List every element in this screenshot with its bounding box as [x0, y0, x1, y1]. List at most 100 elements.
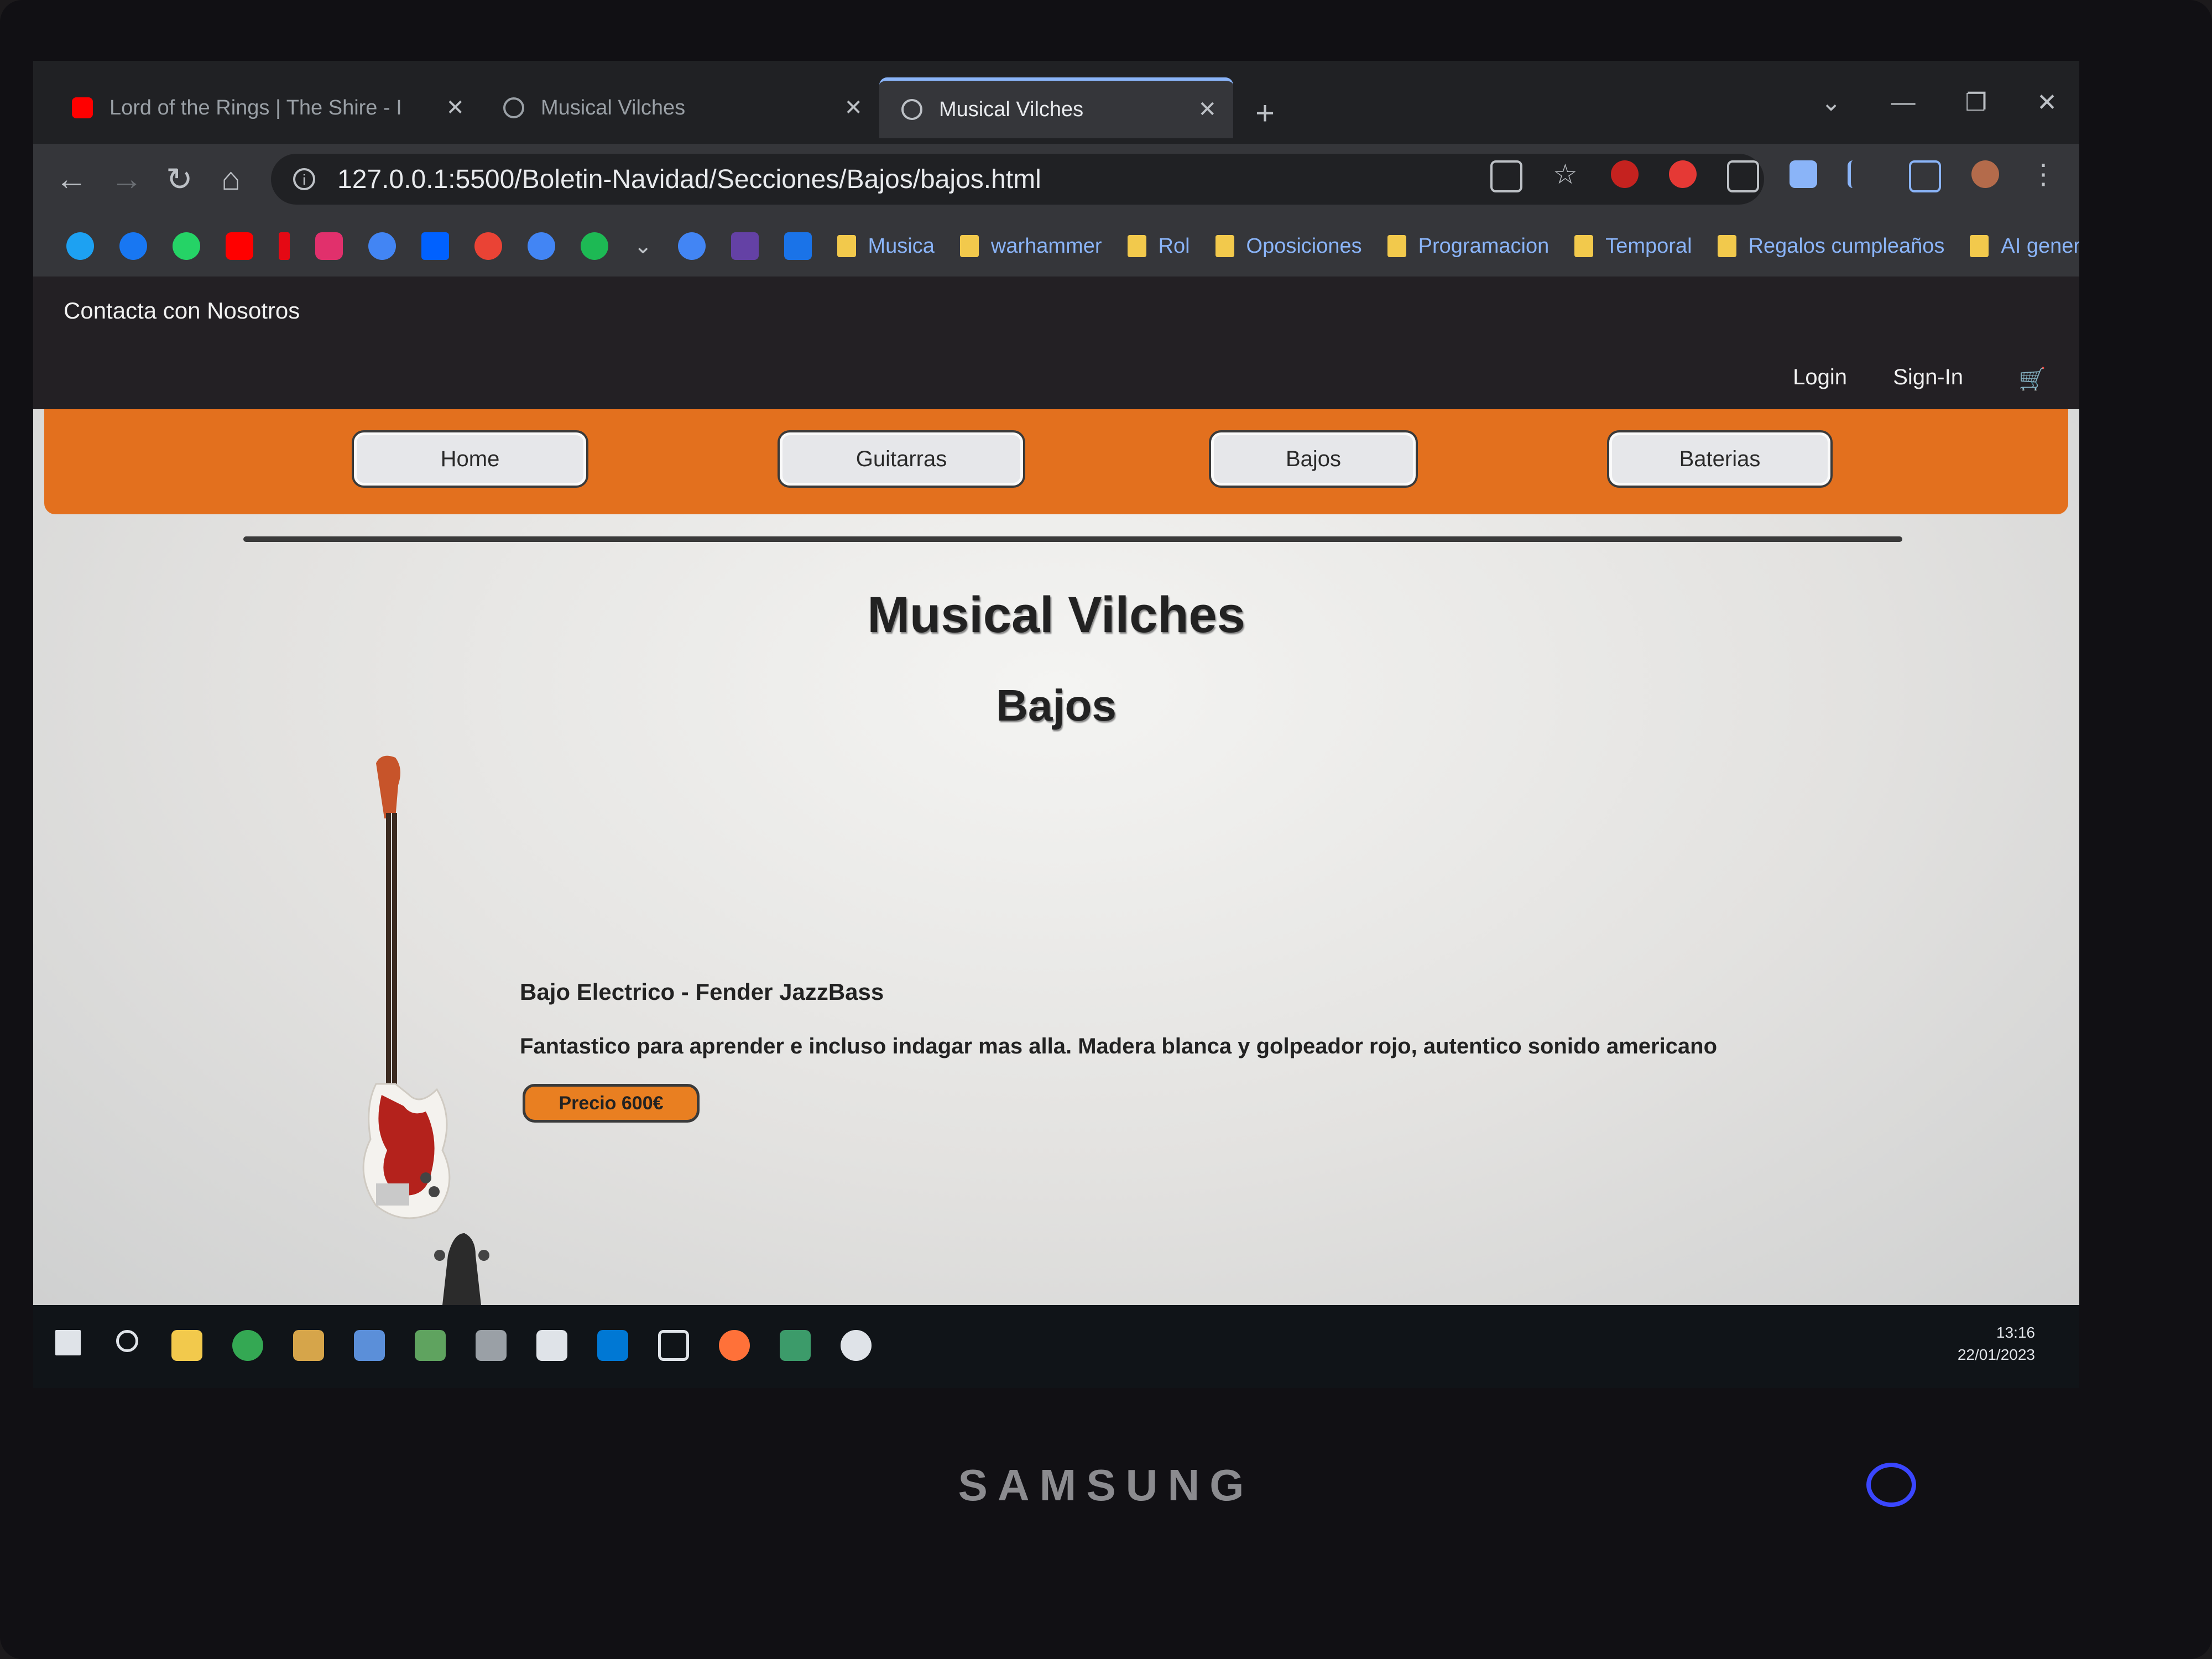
- folder-icon: [1127, 235, 1146, 257]
- forward-arrow-icon[interactable]: →: [111, 160, 143, 197]
- 3d-box-icon[interactable]: [658, 1330, 689, 1361]
- facebook-icon[interactable]: [119, 232, 147, 260]
- app-icon[interactable]: [476, 1330, 507, 1361]
- document-icon[interactable]: [536, 1330, 567, 1361]
- windows-start-icon[interactable]: [55, 1330, 81, 1355]
- share-icon[interactable]: [1490, 160, 1522, 192]
- chrome-icon[interactable]: [232, 1330, 263, 1361]
- nav-home-button[interactable]: Home: [354, 432, 586, 486]
- bookmark-folder-temporal[interactable]: Temporal: [1574, 234, 1692, 258]
- netflix-icon[interactable]: [279, 232, 290, 260]
- firefox-icon[interactable]: [719, 1330, 750, 1361]
- bass-guitar-image: [362, 755, 451, 1219]
- app-icon[interactable]: [293, 1330, 324, 1361]
- app-icon[interactable]: [354, 1330, 385, 1361]
- folder-icon: [1574, 235, 1594, 257]
- side-panel-icon[interactable]: [1909, 160, 1941, 192]
- search-icon[interactable]: [116, 1330, 138, 1352]
- cart-icon[interactable]: 🛒: [2018, 366, 2046, 392]
- chevron-down-icon[interactable]: ⌄: [1821, 88, 1841, 117]
- folder-icon: [1717, 235, 1736, 257]
- power-led-icon[interactable]: [1866, 1463, 1916, 1507]
- bookmark-folder-rol[interactable]: Rol: [1127, 234, 1190, 258]
- reading-list-icon[interactable]: [1848, 160, 1879, 188]
- home-icon[interactable]: ⌂: [221, 160, 241, 197]
- nav-bajos-button[interactable]: Bajos: [1211, 432, 1416, 486]
- bookmark-label: Temporal: [1605, 234, 1692, 258]
- youtube-icon: [72, 97, 93, 118]
- new-tab-button[interactable]: +: [1255, 94, 1275, 132]
- bookmark-folder-oposiciones[interactable]: Oposiciones: [1215, 234, 1362, 258]
- twitter-icon[interactable]: [66, 232, 94, 260]
- file-explorer-icon[interactable]: [171, 1330, 202, 1361]
- bookmark-folder-warhammer[interactable]: warhammer: [959, 234, 1102, 258]
- bookmark-label: Regalos cumpleaños: [1748, 234, 1945, 258]
- email-icon[interactable]: [784, 232, 812, 260]
- section-title: Bajos: [996, 681, 1117, 730]
- main-nav: Home Guitarras Bajos Baterias: [44, 409, 2068, 514]
- price-button[interactable]: Precio 600€: [523, 1084, 700, 1123]
- vscode-icon[interactable]: [597, 1330, 628, 1361]
- adblock-icon[interactable]: [1669, 160, 1697, 188]
- contact-bar: Contacta con Nosotros: [33, 276, 2079, 343]
- bookmarks-bar: ⌄ Musica warhammer Rol Oposiciones Progr…: [33, 216, 2079, 276]
- youtube-icon[interactable]: [226, 232, 253, 260]
- menu-dots-icon[interactable]: ⋮: [2030, 160, 2057, 188]
- app-icon[interactable]: [780, 1330, 811, 1361]
- extension-box-icon[interactable]: [1727, 160, 1759, 192]
- tab-musical-vilches-active[interactable]: Musical Vilches ✕: [879, 77, 1233, 138]
- folder-icon: [1387, 235, 1406, 257]
- tab-youtube[interactable]: Lord of the Rings | The Shire - I ✕: [50, 77, 481, 138]
- signin-link[interactable]: Sign-In: [1893, 365, 1963, 390]
- contact-link[interactable]: Contacta con Nosotros: [64, 298, 300, 324]
- close-window-icon[interactable]: ✕: [2037, 88, 2057, 117]
- bookmark-label: Oposiciones: [1246, 234, 1362, 258]
- bookmark-label: warhammer: [990, 234, 1102, 258]
- info-icon[interactable]: i: [293, 168, 315, 190]
- window-controls: ⌄ — ❐ ✕: [1821, 88, 2057, 117]
- globe-icon: [503, 97, 524, 118]
- product-description: Fantastico para aprender e incluso indag…: [520, 1034, 1718, 1058]
- bookmark-folder-programacion[interactable]: Programacion: [1387, 234, 1549, 258]
- close-tab-icon[interactable]: ✕: [446, 95, 465, 121]
- site-title: Musical Vilches: [867, 587, 1245, 643]
- back-arrow-icon[interactable]: ←: [55, 160, 87, 197]
- nav-guitarras-button[interactable]: Guitarras: [780, 432, 1023, 486]
- spotify-icon[interactable]: [581, 232, 608, 260]
- dropbox-icon[interactable]: [421, 232, 449, 260]
- bass-guitar-image: [434, 1233, 489, 1305]
- puzzle-icon[interactable]: [1790, 160, 1817, 188]
- globe-icon[interactable]: [368, 232, 396, 260]
- instagram-icon[interactable]: [315, 232, 343, 260]
- minimize-icon[interactable]: —: [1891, 88, 1916, 117]
- product-name: Bajo Electrico - Fender JazzBass: [520, 979, 884, 1005]
- tab-musical-vilches-1[interactable]: Musical Vilches ✕: [481, 77, 879, 138]
- avatar[interactable]: [1971, 160, 1999, 188]
- login-link[interactable]: Login: [1793, 365, 1847, 390]
- globe-icon[interactable]: [677, 232, 706, 260]
- extension-red-icon[interactable]: [1611, 160, 1639, 188]
- restore-icon[interactable]: ❐: [1965, 88, 1987, 117]
- system-tray[interactable]: 13:16 22/01/2023: [1958, 1322, 2035, 1366]
- whatsapp-icon[interactable]: [173, 232, 200, 260]
- folder-icon: [1215, 235, 1234, 257]
- web-page: Contacta con Nosotros Login Sign-In 🛒 Ho…: [33, 276, 2079, 1305]
- bookmark-folder-regalos[interactable]: Regalos cumpleaños: [1717, 234, 1945, 258]
- monitor-bezel: Lord of the Rings | The Shire - I ✕ Musi…: [0, 0, 2212, 1659]
- nav-baterias-button[interactable]: Baterias: [1609, 432, 1830, 486]
- github-icon[interactable]: [841, 1330, 872, 1361]
- bookmark-folder-musica[interactable]: Musica: [837, 234, 935, 258]
- star-icon[interactable]: ☆: [1553, 160, 1580, 188]
- calendar-icon[interactable]: [474, 232, 502, 260]
- bookmark-label: AI generators: [2001, 234, 2079, 258]
- bookmark-folder-ai-generators[interactable]: AI generators: [1970, 234, 2079, 258]
- globe-icon[interactable]: [528, 232, 555, 260]
- twitch-icon[interactable]: [731, 232, 759, 260]
- notepad-icon[interactable]: [415, 1330, 446, 1361]
- tab-title: Musical Vilches: [541, 96, 686, 119]
- reload-icon[interactable]: ↻: [166, 160, 193, 198]
- tab-title: Musical Vilches: [939, 97, 1084, 121]
- close-tab-icon[interactable]: ✕: [1198, 97, 1217, 122]
- chevron-down-icon[interactable]: ⌄: [634, 233, 653, 259]
- close-tab-icon[interactable]: ✕: [844, 95, 863, 121]
